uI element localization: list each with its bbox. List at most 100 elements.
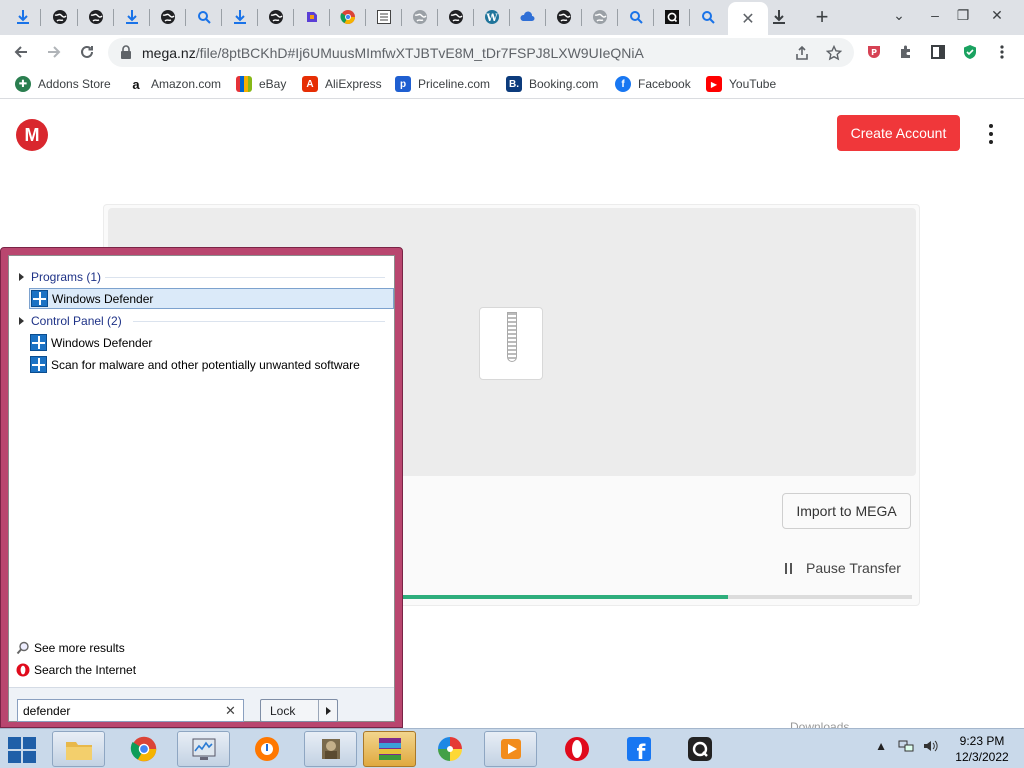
share-icon[interactable] xyxy=(792,43,812,63)
minimize-button[interactable]: – xyxy=(920,2,950,28)
tab-active[interactable]: ✕ xyxy=(728,2,768,35)
tab-globe[interactable] xyxy=(83,4,109,30)
taskbar-pinwheel-app[interactable] xyxy=(423,731,476,767)
q-icon xyxy=(665,10,679,24)
tab-globe[interactable] xyxy=(443,4,469,30)
pocket-extension-icon[interactable]: P xyxy=(865,43,883,61)
programs-group-header[interactable]: Programs (1) xyxy=(19,270,101,284)
bookmark-amazon[interactable]: a Amazon.com xyxy=(128,76,221,92)
see-more-results-link[interactable]: See more results xyxy=(16,641,125,655)
url-path: /file/8ptBCKhD#Ij6UMuusMImfwXTJBTvE8M_tD… xyxy=(195,45,644,61)
new-tab-button[interactable]: + xyxy=(810,4,834,30)
tab-download[interactable] xyxy=(766,4,792,30)
taskbar-avast[interactable] xyxy=(240,731,293,767)
create-account-button[interactable]: Create Account xyxy=(837,115,960,151)
tab-download[interactable] xyxy=(227,4,253,30)
bookmark-ebay[interactable]: eBay xyxy=(236,76,286,92)
youtube-icon: ▶ xyxy=(706,76,722,92)
bookmark-youtube[interactable]: ▶ YouTube xyxy=(706,76,776,92)
taskbar-facebook[interactable]: f xyxy=(612,731,665,767)
zip-file-icon xyxy=(479,307,543,380)
more-options-icon[interactable] xyxy=(984,124,998,144)
taskbar-chrome[interactable] xyxy=(117,731,170,767)
address-bar[interactable]: mega.nz/file/8ptBCKhD#Ij6UMuusMImfwXTJBT… xyxy=(108,38,854,67)
mega-logo[interactable]: M xyxy=(16,119,48,151)
taskbar-resource-monitor[interactable] xyxy=(177,731,230,767)
start-menu-footer: defender ✕ Lock xyxy=(9,687,394,722)
tab-search[interactable] xyxy=(191,4,217,30)
show-hidden-icons-arrow[interactable]: ▲ xyxy=(875,739,887,753)
taskbar-photo-app[interactable] xyxy=(304,731,357,767)
taskbar-media-player[interactable] xyxy=(484,731,537,767)
tab-globe[interactable] xyxy=(155,4,181,30)
tab-q[interactable] xyxy=(659,4,685,30)
ebay-icon xyxy=(236,76,252,92)
taskbar-opera[interactable] xyxy=(550,731,603,767)
result-windows-defender-cp[interactable]: Windows Defender xyxy=(29,332,152,353)
search-icon xyxy=(702,11,715,24)
tab-search[interactable] xyxy=(623,4,649,30)
download-icon xyxy=(126,10,138,24)
taskbar-winrar[interactable] xyxy=(363,731,416,767)
bookmark-booking[interactable]: B. Booking.com xyxy=(506,76,598,92)
network-icon[interactable] xyxy=(898,739,914,753)
chrome-icon xyxy=(340,10,355,24)
clear-search-icon[interactable]: ✕ xyxy=(225,703,236,719)
url-text[interactable]: mega.nz/file/8ptBCKhD#Ij6UMuusMImfwXTJBT… xyxy=(142,45,644,61)
bookmark-addons-store[interactable]: ✚ Addons Store xyxy=(15,76,111,92)
cloud-icon xyxy=(520,11,535,21)
tab-search[interactable] xyxy=(695,4,721,30)
opera-icon xyxy=(16,663,30,677)
tab-globe[interactable] xyxy=(551,4,577,30)
lock-button[interactable]: Lock xyxy=(260,699,338,722)
tab-globe[interactable] xyxy=(263,4,289,30)
close-tab-icon[interactable]: ✕ xyxy=(741,9,754,29)
tab-wordpress[interactable]: W xyxy=(479,4,505,30)
shield-extension-icon[interactable] xyxy=(961,43,979,61)
q-app-icon xyxy=(687,737,712,761)
start-search-input[interactable]: defender xyxy=(17,699,244,722)
result-windows-defender-program[interactable]: Windows Defender xyxy=(29,288,394,309)
search-internet-link[interactable]: Search the Internet xyxy=(16,663,136,677)
file-explorer-icon xyxy=(65,742,92,760)
control-panel-group-header[interactable]: Control Panel (2) xyxy=(19,314,122,328)
download-icon xyxy=(234,10,246,24)
forward-button[interactable] xyxy=(41,39,67,65)
bookmark-priceline[interactable]: p Priceline.com xyxy=(395,76,490,92)
tab-chrome[interactable] xyxy=(335,4,361,30)
chrome-menu-icon[interactable] xyxy=(993,43,1011,61)
extensions-puzzle-icon[interactable] xyxy=(897,43,915,61)
bookmark-facebook[interactable]: f Facebook xyxy=(615,76,691,92)
tab-globe[interactable] xyxy=(587,4,613,30)
winrar-icon xyxy=(378,738,401,760)
tab-code[interactable] xyxy=(371,4,397,30)
bookmark-aliexpress[interactable]: A AliExpress xyxy=(302,76,382,92)
photo-app-icon xyxy=(321,739,340,759)
tab-globe[interactable] xyxy=(407,4,433,30)
restore-button[interactable]: ❐ xyxy=(948,2,978,28)
volume-icon[interactable] xyxy=(922,739,938,753)
taskbar-file-explorer[interactable] xyxy=(52,731,105,767)
back-button[interactable] xyxy=(8,39,34,65)
start-button-windows-icon[interactable] xyxy=(8,737,38,763)
tab-purple-app[interactable] xyxy=(299,4,325,30)
tab-download[interactable] xyxy=(119,4,145,30)
result-label: Windows Defender xyxy=(52,291,154,306)
reload-button[interactable] xyxy=(74,39,100,65)
close-window-button[interactable]: ✕ xyxy=(982,2,1012,28)
tab-search-chevron-icon[interactable]: ⌄ xyxy=(884,2,914,28)
tab-download[interactable] xyxy=(10,4,36,30)
bookmark-star-icon[interactable] xyxy=(824,43,844,63)
tab-cloud[interactable] xyxy=(515,4,541,30)
side-panel-icon[interactable] xyxy=(929,43,947,61)
resource-monitor-icon xyxy=(192,738,215,760)
lock-options-arrow-icon[interactable] xyxy=(318,700,337,721)
pause-transfer-button[interactable]: Pause Transfer xyxy=(785,560,901,576)
tab-globe[interactable] xyxy=(47,4,73,30)
taskbar-q-app[interactable] xyxy=(673,731,726,767)
globe-icon xyxy=(161,10,175,24)
import-to-mega-button[interactable]: Import to MEGA xyxy=(782,493,911,529)
system-clock[interactable]: 9:23 PM 12/3/2022 xyxy=(951,733,1013,765)
pause-icon xyxy=(785,562,792,574)
result-scan-malware[interactable]: Scan for malware and other potentially u… xyxy=(29,354,360,375)
